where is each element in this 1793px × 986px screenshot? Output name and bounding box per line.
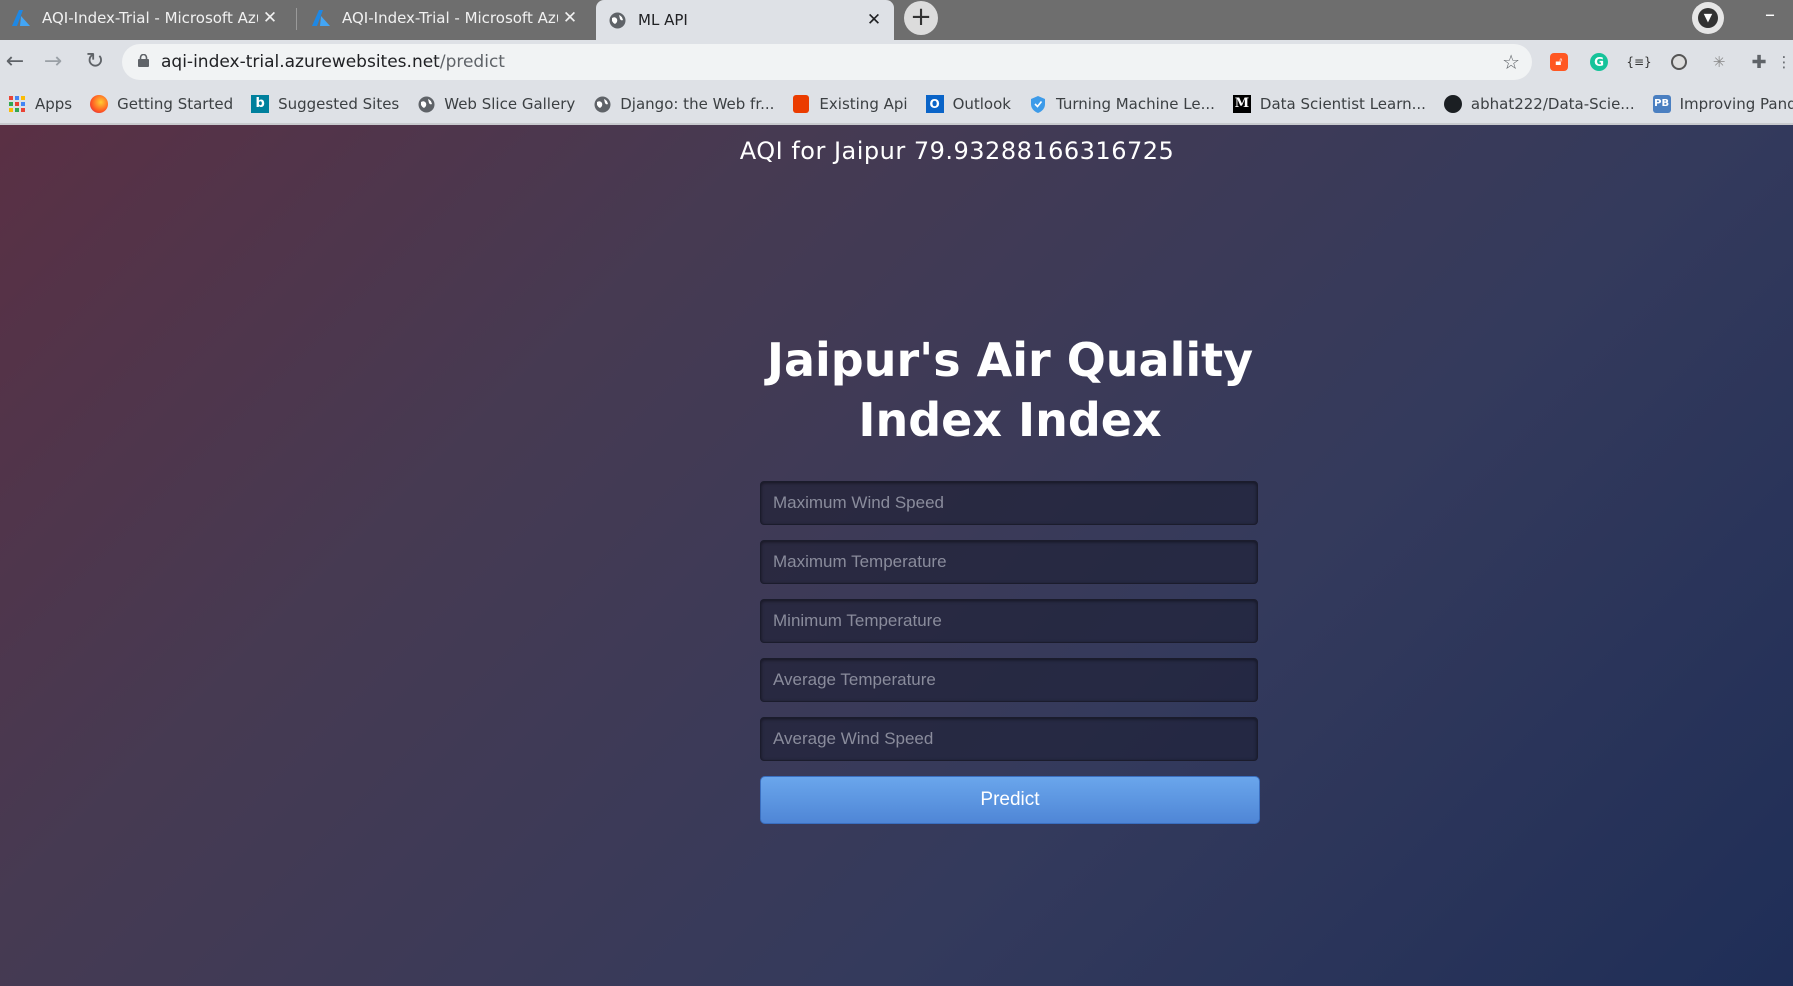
extension-lock-icon[interactable]: 🔓︎ bbox=[1547, 50, 1571, 74]
grammarly-icon[interactable]: G bbox=[1587, 50, 1611, 74]
bookmark-label: Django: the Web fr... bbox=[620, 95, 775, 113]
bookmark-turning-machine[interactable]: Turning Machine Le... bbox=[1029, 95, 1215, 113]
star-icon[interactable]: ☆ bbox=[1502, 50, 1520, 74]
url-path: /predict bbox=[439, 52, 505, 72]
lock-icon bbox=[138, 53, 149, 71]
outlook-icon: O bbox=[925, 95, 944, 113]
close-icon[interactable]: ✕ bbox=[258, 8, 282, 28]
bookmark-label: Suggested Sites bbox=[278, 95, 400, 113]
bookmark-label: Improving Pandas's... bbox=[1679, 95, 1793, 113]
url-text: aqi-index-trial.azurewebsites.net/predic… bbox=[161, 52, 505, 72]
avg-temperature-input[interactable] bbox=[760, 658, 1258, 702]
bookmark-data-scientist[interactable]: M Data Scientist Learn... bbox=[1232, 95, 1426, 113]
minimize-button[interactable]: – bbox=[1755, 2, 1785, 26]
medium-icon: M bbox=[1232, 95, 1251, 113]
max-wind-speed-input[interactable] bbox=[760, 481, 1258, 525]
bookmark-label: Getting Started bbox=[117, 95, 234, 113]
forward-button[interactable]: → bbox=[38, 48, 68, 76]
prediction-form: Predict bbox=[760, 481, 1260, 824]
bookmark-github[interactable]: abhat222/Data-Scie... bbox=[1443, 95, 1635, 113]
bookmark-label: Turning Machine Le... bbox=[1055, 95, 1215, 113]
bookmark-outlook[interactable]: O Outlook bbox=[925, 95, 1011, 113]
close-icon[interactable]: ✕ bbox=[862, 10, 886, 30]
tab-strip: AQI-Index-Trial - Microsoft Azure ✕ AQI-… bbox=[0, 0, 1793, 40]
sparkle-icon[interactable]: ✳ bbox=[1707, 50, 1731, 74]
tab-azure-1[interactable]: AQI-Index-Trial - Microsoft Azure ✕ bbox=[0, 0, 290, 36]
bookmarks-bar: Apps Getting Started b Suggested Sites W… bbox=[0, 86, 1793, 122]
bookmark-label: Apps bbox=[35, 95, 73, 113]
globe-icon bbox=[608, 11, 626, 29]
bookmark-label: Web Slice Gallery bbox=[444, 95, 576, 113]
reload-button[interactable]: ↻ bbox=[80, 48, 110, 76]
browser-chrome: AQI-Index-Trial - Microsoft Azure ✕ AQI-… bbox=[0, 0, 1793, 125]
bing-icon: b bbox=[251, 95, 270, 113]
profile-menu-button[interactable]: ▼ bbox=[1692, 2, 1724, 34]
tab-azure-2[interactable]: AQI-Index-Trial - Microsoft Azure ✕ bbox=[300, 0, 590, 36]
github-icon bbox=[1443, 95, 1462, 113]
page-title: Jaipur's Air Quality Index Index bbox=[766, 333, 1254, 447]
bookmark-django[interactable]: Django: the Web fr... bbox=[593, 95, 774, 113]
shield-icon bbox=[1029, 95, 1047, 113]
bookmark-label: Outlook bbox=[952, 95, 1011, 113]
puzzle-extensions-icon[interactable]: ✚ bbox=[1747, 50, 1771, 74]
min-temperature-input[interactable] bbox=[760, 599, 1258, 643]
globe-icon bbox=[417, 95, 435, 113]
new-tab-button[interactable]: + bbox=[904, 1, 938, 35]
bookmark-improving-pandas[interactable]: PB Improving Pandas's... bbox=[1652, 95, 1793, 113]
bookmark-suggested-sites[interactable]: b Suggested Sites bbox=[251, 95, 399, 113]
back-button[interactable]: ← bbox=[0, 48, 30, 76]
page-content: AQI for Jaipur 79.93288166316725 Jaipur'… bbox=[0, 125, 1793, 986]
bookmark-apps[interactable]: Apps bbox=[8, 95, 72, 113]
url-domain: aqi-index-trial.azurewebsites.net bbox=[161, 52, 440, 72]
bookmark-web-slice-gallery[interactable]: Web Slice Gallery bbox=[417, 95, 575, 113]
office-icon bbox=[792, 95, 810, 113]
circle-extension-icon[interactable] bbox=[1667, 50, 1691, 74]
apps-grid-icon bbox=[8, 95, 26, 113]
bookmark-label: Data Scientist Learn... bbox=[1259, 95, 1426, 113]
bookmark-label: Existing Api bbox=[819, 95, 908, 113]
tab-title: AQI-Index-Trial - Microsoft Azure bbox=[342, 9, 558, 27]
predict-button[interactable]: Predict bbox=[760, 776, 1260, 824]
json-viewer-icon[interactable]: {≡} bbox=[1626, 50, 1651, 74]
azure-icon bbox=[12, 9, 30, 27]
tab-ml-api[interactable]: ML API ✕ bbox=[596, 0, 894, 40]
kebab-menu-icon[interactable]: ⋮ bbox=[1777, 50, 1792, 74]
tab-divider bbox=[296, 8, 297, 30]
max-temperature-input[interactable] bbox=[760, 540, 1258, 584]
tab-title: ML API bbox=[638, 11, 688, 29]
bookmark-existing-api[interactable]: Existing Api bbox=[792, 95, 908, 113]
chevron-down-icon: ▼ bbox=[1698, 8, 1718, 28]
pb-icon: PB bbox=[1652, 95, 1671, 113]
firefox-icon bbox=[90, 95, 109, 113]
tab-title: AQI-Index-Trial - Microsoft Azure bbox=[42, 9, 258, 27]
azure-icon bbox=[312, 9, 330, 27]
globe-icon bbox=[593, 95, 611, 113]
bookmark-label: abhat222/Data-Scie... bbox=[1470, 95, 1635, 113]
address-bar[interactable]: aqi-index-trial.azurewebsites.net/predic… bbox=[122, 44, 1532, 80]
avg-wind-speed-input[interactable] bbox=[760, 717, 1258, 761]
close-icon[interactable]: ✕ bbox=[558, 8, 582, 28]
navigation-bar: ← → ↻ aqi-index-trial.azurewebsites.net/… bbox=[0, 40, 1793, 84]
prediction-result: AQI for Jaipur 79.93288166316725 bbox=[739, 137, 1175, 165]
bookmark-getting-started[interactable]: Getting Started bbox=[90, 95, 233, 113]
